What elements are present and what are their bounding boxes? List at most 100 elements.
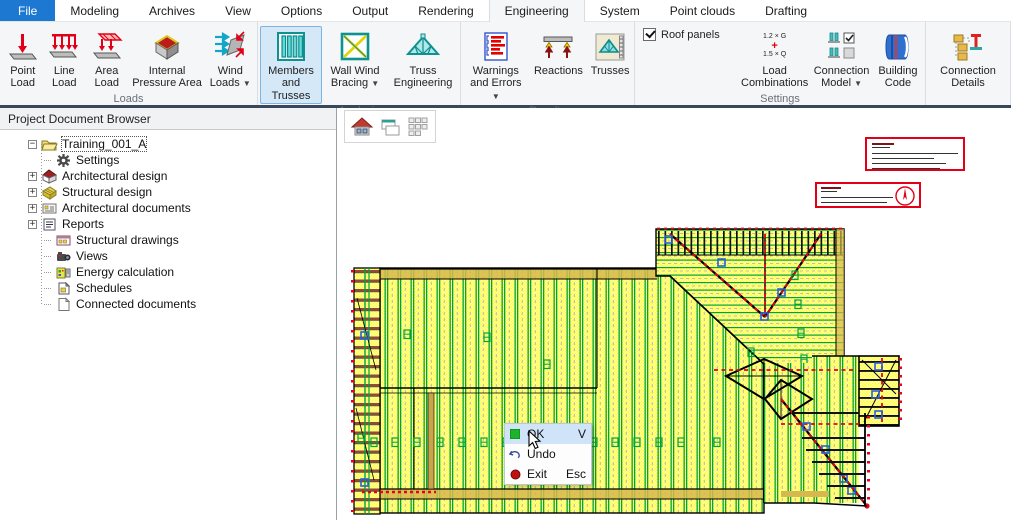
expand-icon[interactable] (28, 172, 37, 181)
wind-loads-label: Wind Loads (210, 65, 243, 89)
tree-item-architectural-documents[interactable]: Architectural documents (0, 200, 336, 216)
tab-view[interactable]: View (210, 0, 266, 21)
tree-item-views-label[interactable]: Views (76, 249, 108, 263)
tree-guide (44, 304, 51, 305)
tree-item-architectural-design-label[interactable]: Architectural design (62, 169, 167, 183)
tree-item-schedules[interactable]: Schedules (0, 280, 336, 296)
tree-item-root[interactable]: Training_001_A (0, 136, 336, 152)
document-icon (55, 297, 72, 312)
members-and-trusses-icon (274, 28, 308, 65)
connection-details-label: Connection Details (934, 65, 1002, 90)
members-and-trusses-label: Members and Trusses (262, 65, 320, 102)
tree-item-energy-calculation-label[interactable]: Energy calculation (76, 265, 174, 279)
load-combinations-label: Load Combinations (741, 65, 808, 90)
context-menu-exit-shortcut: Esc (566, 467, 586, 481)
dropdown-arrow-icon: ▼ (492, 92, 500, 101)
tab-archives[interactable]: Archives (134, 0, 210, 21)
tree-item-reports[interactable]: Reports (0, 216, 336, 232)
expand-icon[interactable] (28, 188, 37, 197)
connection-model-icon (824, 28, 860, 65)
tab-drafting[interactable]: Drafting (750, 0, 822, 21)
wall-wind-bracing-icon (338, 28, 372, 65)
internal-pressure-area-button[interactable]: Internal Pressure Area (129, 26, 206, 92)
gear-icon (55, 153, 72, 168)
tab-system[interactable]: System (585, 0, 655, 21)
trusses-button[interactable]: Trusses (588, 26, 632, 79)
tree-item-structural-drawings[interactable]: Structural drawings (0, 232, 336, 248)
drawing-canvas[interactable]: OK V Undo Exit Esc (337, 108, 1011, 520)
tab-file[interactable]: File (0, 0, 55, 21)
tree-item-reports-label[interactable]: Reports (62, 217, 104, 231)
reactions-icon (538, 28, 578, 65)
point-load-button[interactable]: Point Load (2, 26, 44, 92)
context-menu-item-ok[interactable]: OK V (505, 424, 591, 444)
tree-item-schedules-label[interactable]: Schedules (76, 281, 132, 295)
annotation-box-north (815, 182, 921, 208)
context-menu-exit-label: Exit (527, 467, 560, 481)
project-document-browser-panel: Project Document Browser Training_001_A … (0, 108, 337, 520)
area-load-button[interactable]: Area Load (85, 26, 128, 92)
load-combinations-button[interactable]: 1.2 × G + 1.5 × Q Load Combinations (739, 26, 810, 92)
line-load-label: Line Load (46, 65, 84, 90)
collapse-icon[interactable] (28, 140, 37, 149)
ribbon-group-loads: Point Load Line Load Area Load Internal … (0, 22, 258, 105)
area-load-icon (90, 28, 124, 65)
schedule-icon (55, 281, 72, 296)
tree-item-architectural-design[interactable]: Architectural design (0, 168, 336, 184)
tab-engineering[interactable]: Engineering (489, 0, 585, 22)
project-tree: Training_001_A Settings Architectural de… (0, 130, 336, 520)
group-label-loads: Loads (0, 92, 257, 107)
connection-details-button[interactable]: Connection Details (932, 26, 1004, 92)
tab-rendering[interactable]: Rendering (403, 0, 488, 21)
reactions-button[interactable]: Reactions (529, 26, 589, 79)
line-load-icon (47, 28, 81, 65)
tab-point-clouds[interactable]: Point clouds (655, 0, 750, 21)
north-arrow-icon (894, 185, 916, 207)
context-menu-item-undo[interactable]: Undo (505, 444, 591, 464)
warnings-and-errors-label: Warnings and Errors (470, 65, 521, 89)
tree-item-energy-calculation[interactable]: Energy calculation (0, 264, 336, 280)
building-code-icon (881, 28, 915, 65)
ribbon-tab-bar: File Modeling Archives View Options Outp… (0, 0, 1011, 22)
tree-item-settings-label[interactable]: Settings (76, 153, 119, 167)
load-combo-bottom-text: 1.5 × Q (763, 51, 786, 60)
dropdown-arrow-icon: ▼ (243, 79, 251, 88)
expand-icon[interactable] (28, 220, 37, 229)
ribbon-group-results: Warnings and Errors ▼ Reactions Trusses … (461, 22, 635, 105)
wind-loads-button[interactable]: Wind Loads ▼ (206, 26, 255, 92)
roof-panels-checkbox-row[interactable]: Roof panels (643, 28, 720, 41)
folder-open-icon (41, 137, 58, 152)
tree-item-structural-design[interactable]: Structural design (0, 184, 336, 200)
tree-item-connected-documents[interactable]: Connected documents (0, 296, 336, 312)
report-icon (41, 217, 58, 232)
tree-item-structural-drawings-label[interactable]: Structural drawings (76, 233, 179, 247)
members-and-trusses-button[interactable]: Members and Trusses (260, 26, 322, 104)
line-load-button[interactable]: Line Load (44, 26, 86, 92)
roof-panels-checkbox[interactable] (643, 28, 656, 41)
context-menu: OK V Undo Exit Esc (504, 423, 592, 485)
tree-item-connected-documents-label[interactable]: Connected documents (76, 297, 196, 311)
tree-item-settings[interactable]: Settings (0, 152, 336, 168)
tree-item-structural-design-label[interactable]: Structural design (62, 185, 152, 199)
connection-model-button[interactable]: Connection Model ▼ (810, 26, 873, 92)
tree-guide (44, 160, 51, 161)
trusses-label: Trusses (591, 65, 630, 77)
tree-item-root-label[interactable]: Training_001_A (62, 137, 146, 151)
truss-engineering-button[interactable]: Truss Engineering (388, 26, 458, 92)
roof-panels-label: Roof panels (661, 29, 720, 41)
tree-item-views[interactable]: Views (0, 248, 336, 264)
timber-stack-icon (41, 185, 58, 200)
expand-icon[interactable] (28, 204, 37, 213)
tree-item-architectural-documents-label[interactable]: Architectural documents (62, 201, 191, 215)
warnings-and-errors-button[interactable]: Warnings and Errors ▼ (463, 26, 529, 104)
area-load-label: Area Load (87, 65, 126, 90)
tab-options[interactable]: Options (266, 0, 337, 21)
internal-pressure-area-icon (150, 28, 184, 65)
tab-output[interactable]: Output (337, 0, 403, 21)
wall-wind-bracing-button[interactable]: Wall Wind Bracing ▼ (322, 26, 388, 92)
tab-modeling[interactable]: Modeling (55, 0, 134, 21)
trusses-result-icon (593, 28, 627, 65)
building-code-button[interactable]: Building Code (873, 26, 923, 92)
context-menu-item-exit[interactable]: Exit Esc (505, 464, 591, 484)
undo-arrow-icon (509, 448, 521, 460)
